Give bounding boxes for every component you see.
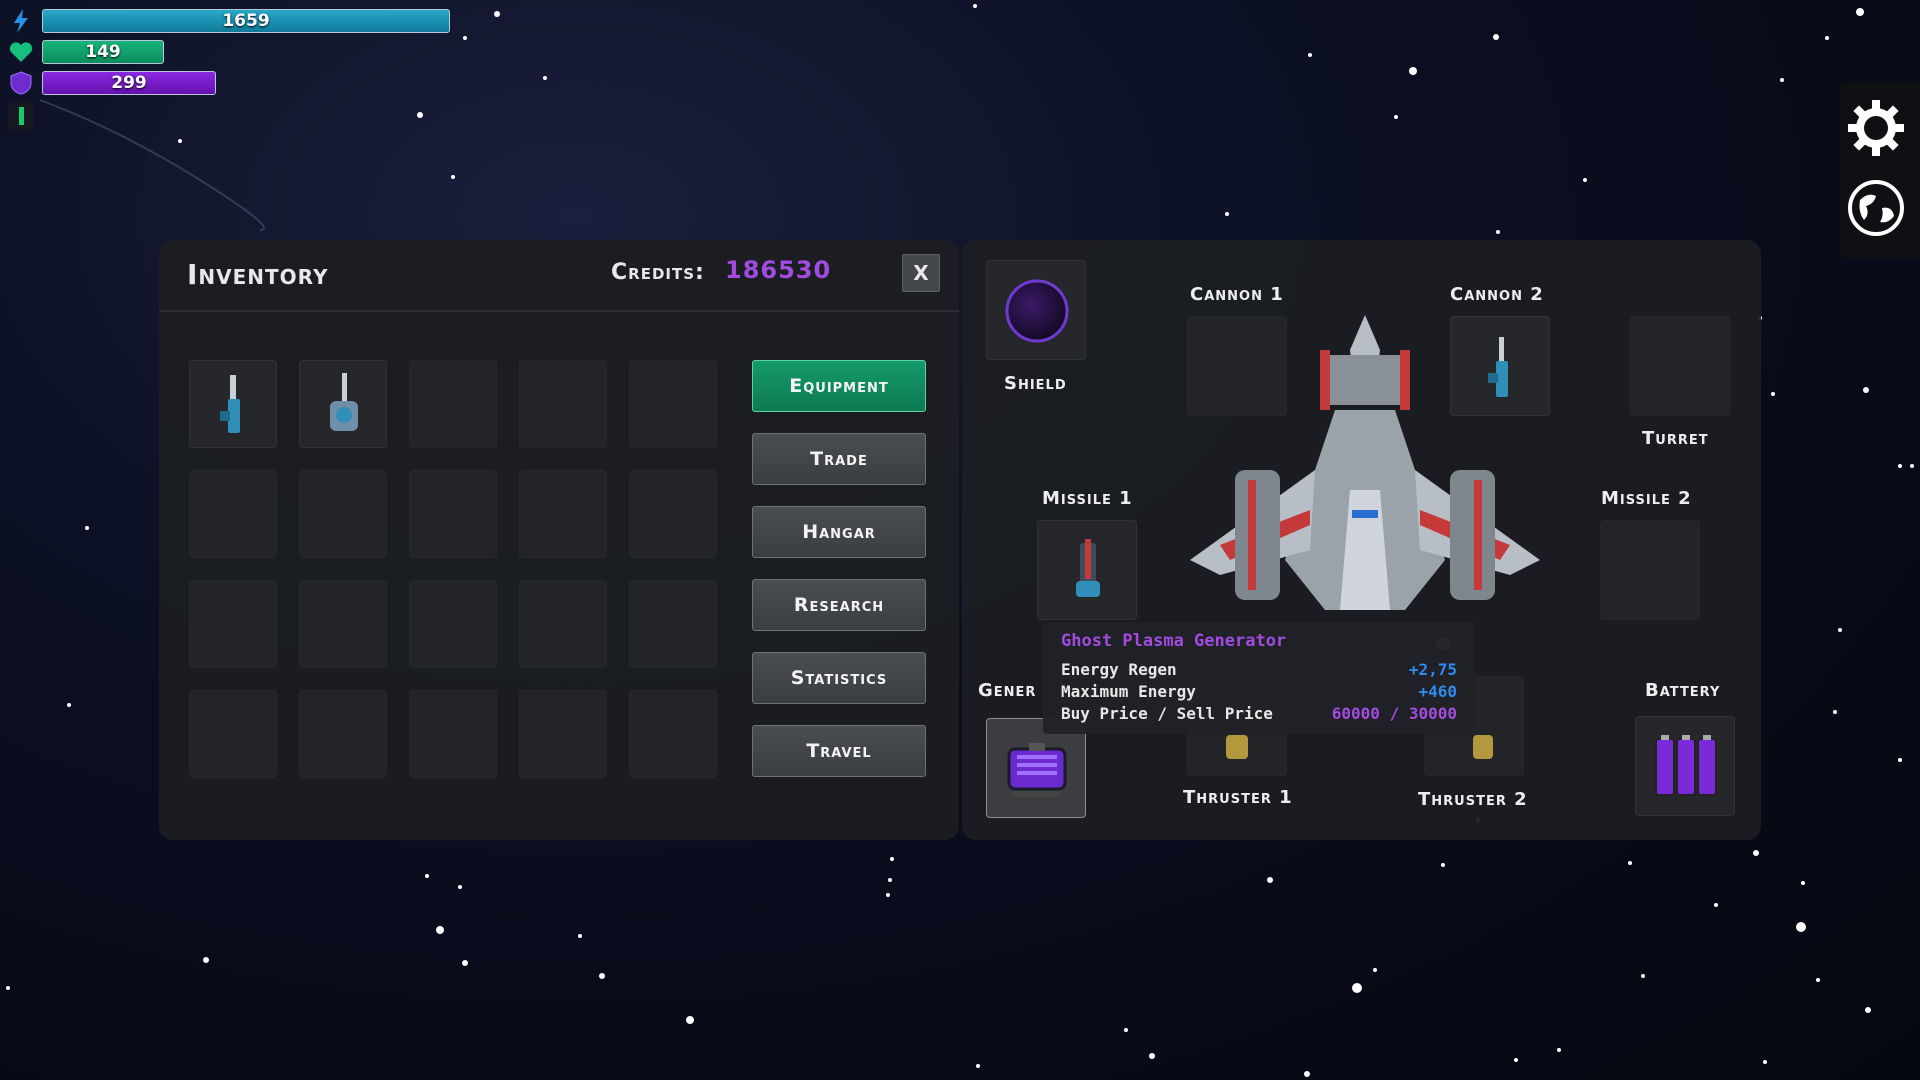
plasma-generator-icon [1007, 743, 1067, 797]
thruster-flame-icon [1226, 735, 1248, 759]
missile1-slot[interactable] [1037, 520, 1137, 620]
settings-button[interactable] [1844, 96, 1908, 160]
ammo-indicator [8, 102, 34, 130]
battery-label: Battery [1645, 680, 1721, 701]
inventory-slot-20[interactable] [629, 690, 717, 778]
energy-value: 1659 [222, 11, 270, 31]
tooltip-price-value: 60000 / 30000 [1331, 704, 1457, 723]
tooltip-stat-value: +2,75 [1408, 660, 1457, 679]
header-divider [159, 310, 959, 312]
cannon1-label: Cannon 1 [1190, 284, 1284, 305]
inventory-slot-11[interactable] [189, 580, 277, 668]
menu-trade-button[interactable]: Trade [752, 433, 926, 485]
close-button[interactable]: X [902, 254, 940, 292]
credits-value: 186530 [725, 256, 832, 284]
health-hud: 149 [8, 39, 164, 65]
menu-research-button[interactable]: Research [752, 579, 926, 631]
item-tooltip: Ghost Plasma Generator Energy Regen +2,7… [1043, 622, 1475, 734]
inventory-slot-13[interactable] [409, 580, 497, 668]
thruster1-label: Thruster 1 [1183, 787, 1293, 808]
generator-label: Gener [978, 680, 1037, 701]
inventory-slot-10[interactable] [629, 470, 717, 558]
credits-label: Credits: [611, 260, 705, 285]
menu-hangar-button[interactable]: Hangar [752, 506, 926, 558]
cannon-icon [1488, 337, 1508, 397]
menu-travel-button[interactable]: Travel [752, 725, 926, 777]
inventory-slot-14[interactable] [519, 580, 607, 668]
inventory-slot-8[interactable] [409, 470, 497, 558]
armor-value: 299 [111, 73, 147, 93]
battery-slot[interactable] [1635, 716, 1735, 816]
inventory-slot-4[interactable] [519, 360, 607, 448]
inventory-slot-5[interactable] [629, 360, 717, 448]
lightning-icon [8, 8, 34, 34]
shield-orb-icon [1005, 279, 1069, 343]
turret-label: Turret [1642, 428, 1709, 449]
map-button[interactable] [1844, 176, 1908, 240]
health-bar: 149 [42, 40, 164, 64]
thruster-flame-icon [1473, 735, 1493, 759]
health-value: 149 [85, 42, 121, 62]
battery-icon [1655, 735, 1717, 796]
energy-bar: 1659 [42, 9, 450, 33]
tooltip-row: Maximum Energy +460 [1061, 682, 1457, 701]
cannon-icon [220, 375, 240, 433]
inventory-title: Inventory [187, 258, 329, 291]
tooltip-stat-label: Energy Regen [1061, 660, 1177, 679]
inventory-slot-9[interactable] [519, 470, 607, 558]
inventory-slot-1[interactable] [189, 360, 277, 448]
close-icon: X [913, 261, 929, 285]
menu-statistics-button[interactable]: Statistics [752, 652, 926, 704]
tooltip-price-label: Buy Price / Sell Price [1061, 704, 1273, 723]
inventory-slot-6[interactable] [189, 470, 277, 558]
tooltip-row: Buy Price / Sell Price 60000 / 30000 [1061, 704, 1457, 723]
tooltip-stat-value: +460 [1418, 682, 1457, 701]
shield-slot[interactable] [986, 260, 1086, 360]
inventory-slot-16[interactable] [189, 690, 277, 778]
gear-icon [1848, 100, 1904, 156]
battery-level-icon [19, 107, 24, 125]
cannon2-slot[interactable] [1450, 316, 1550, 416]
thruster2-label: Thruster 2 [1418, 789, 1528, 810]
tooltip-row: Energy Regen +2,75 [1061, 660, 1457, 679]
cannon1-slot[interactable] [1187, 316, 1287, 416]
inventory-slot-17[interactable] [299, 690, 387, 778]
turret-icon [330, 373, 358, 431]
heart-icon [8, 39, 34, 65]
inventory-slot-15[interactable] [629, 580, 717, 668]
globe-icon [1848, 180, 1904, 236]
armor-hud: 299 [8, 70, 216, 96]
missile2-slot[interactable] [1600, 520, 1700, 620]
inventory-slot-12[interactable] [299, 580, 387, 668]
turret-slot[interactable] [1630, 316, 1730, 416]
tooltip-stat-label: Maximum Energy [1061, 682, 1196, 701]
shield-icon [8, 70, 34, 96]
missile2-label: Missile 2 [1601, 488, 1692, 509]
cannon2-label: Cannon 2 [1450, 284, 1544, 305]
shield-label: Shield [1004, 373, 1067, 394]
inventory-slot-18[interactable] [409, 690, 497, 778]
tooltip-title: Ghost Plasma Generator [1061, 631, 1287, 651]
armor-bar: 299 [42, 71, 216, 95]
missile-launcher-icon [1076, 539, 1100, 597]
menu-equipment-button[interactable]: Equipment [752, 360, 926, 412]
inventory-slot-2[interactable] [299, 360, 387, 448]
missile1-label: Missile 1 [1042, 488, 1133, 509]
inventory-slot-7[interactable] [299, 470, 387, 558]
inventory-slot-19[interactable] [519, 690, 607, 778]
energy-hud: 1659 [8, 8, 450, 34]
inventory-slot-3[interactable] [409, 360, 497, 448]
